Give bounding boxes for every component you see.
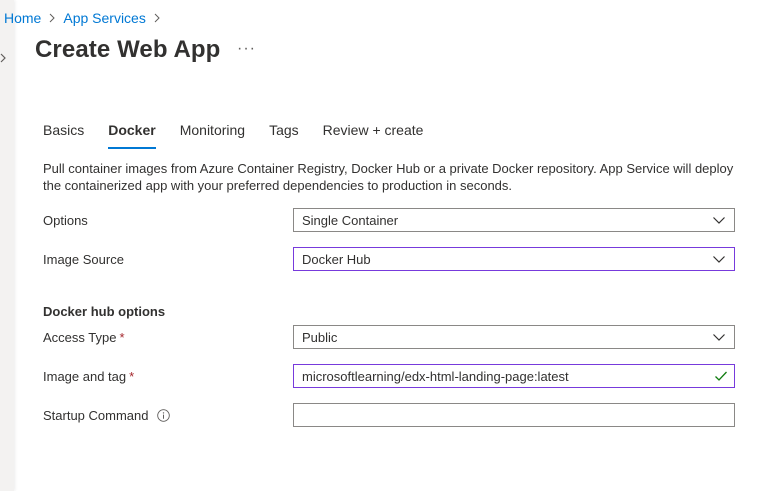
chevron-down-icon [713,256,725,263]
chevron-down-icon [713,334,725,341]
options-dropdown[interactable]: Single Container [293,208,735,232]
image-source-label: Image Source [43,252,124,267]
access-type-label: Access Type * [43,330,125,345]
image-source-value: Docker Hub [302,251,371,267]
breadcrumb-app-services[interactable]: App Services [63,10,145,26]
more-options-button[interactable]: ··· [237,40,256,58]
startup-command-label: Startup Command [43,408,170,423]
tab-docker[interactable]: Docker [108,121,157,149]
tab-monitoring[interactable]: Monitoring [180,121,245,149]
breadcrumb-home[interactable]: Home [4,10,41,26]
startup-command-label-text: Startup Command [43,408,149,423]
access-type-dropdown[interactable]: Public [293,325,735,349]
options-label: Options [43,213,88,228]
required-indicator: * [119,330,125,345]
image-source-dropdown[interactable]: Docker Hub [293,247,735,271]
description-line-2: the containerized app with your preferre… [43,178,513,193]
tab-basics[interactable]: Basics [43,121,84,149]
docker-hub-options-heading: Docker hub options [43,304,166,319]
chevron-right-icon [50,13,56,23]
image-tag-value: microsoftlearning/edx-html-landing-page:… [302,368,569,384]
chevron-right-icon [154,13,160,23]
image-tag-label: Image and tag * [43,369,134,384]
breadcrumb: Home App Services [4,10,168,26]
options-value: Single Container [302,212,399,228]
image-tag-input[interactable]: microsoftlearning/edx-html-landing-page:… [293,364,735,388]
docker-description: Pull container images from Azure Contain… [43,160,743,194]
required-indicator: * [129,369,135,384]
rail-expand-icon[interactable] [0,52,8,64]
checkmark-icon [715,371,727,381]
info-icon[interactable] [156,409,170,422]
description-line-1: Pull container images from Azure Contain… [43,161,734,176]
startup-command-input[interactable] [293,403,735,427]
tab-review-create[interactable]: Review + create [323,121,424,149]
access-type-label-text: Access Type [43,330,117,345]
page-title: Create Web App [35,36,221,63]
access-type-value: Public [302,329,338,345]
left-rail [0,0,14,491]
chevron-down-icon [713,217,725,224]
tab-tags[interactable]: Tags [269,121,299,149]
tab-list: Basics Docker Monitoring Tags Review + c… [43,121,447,149]
image-tag-label-text: Image and tag [43,369,127,384]
